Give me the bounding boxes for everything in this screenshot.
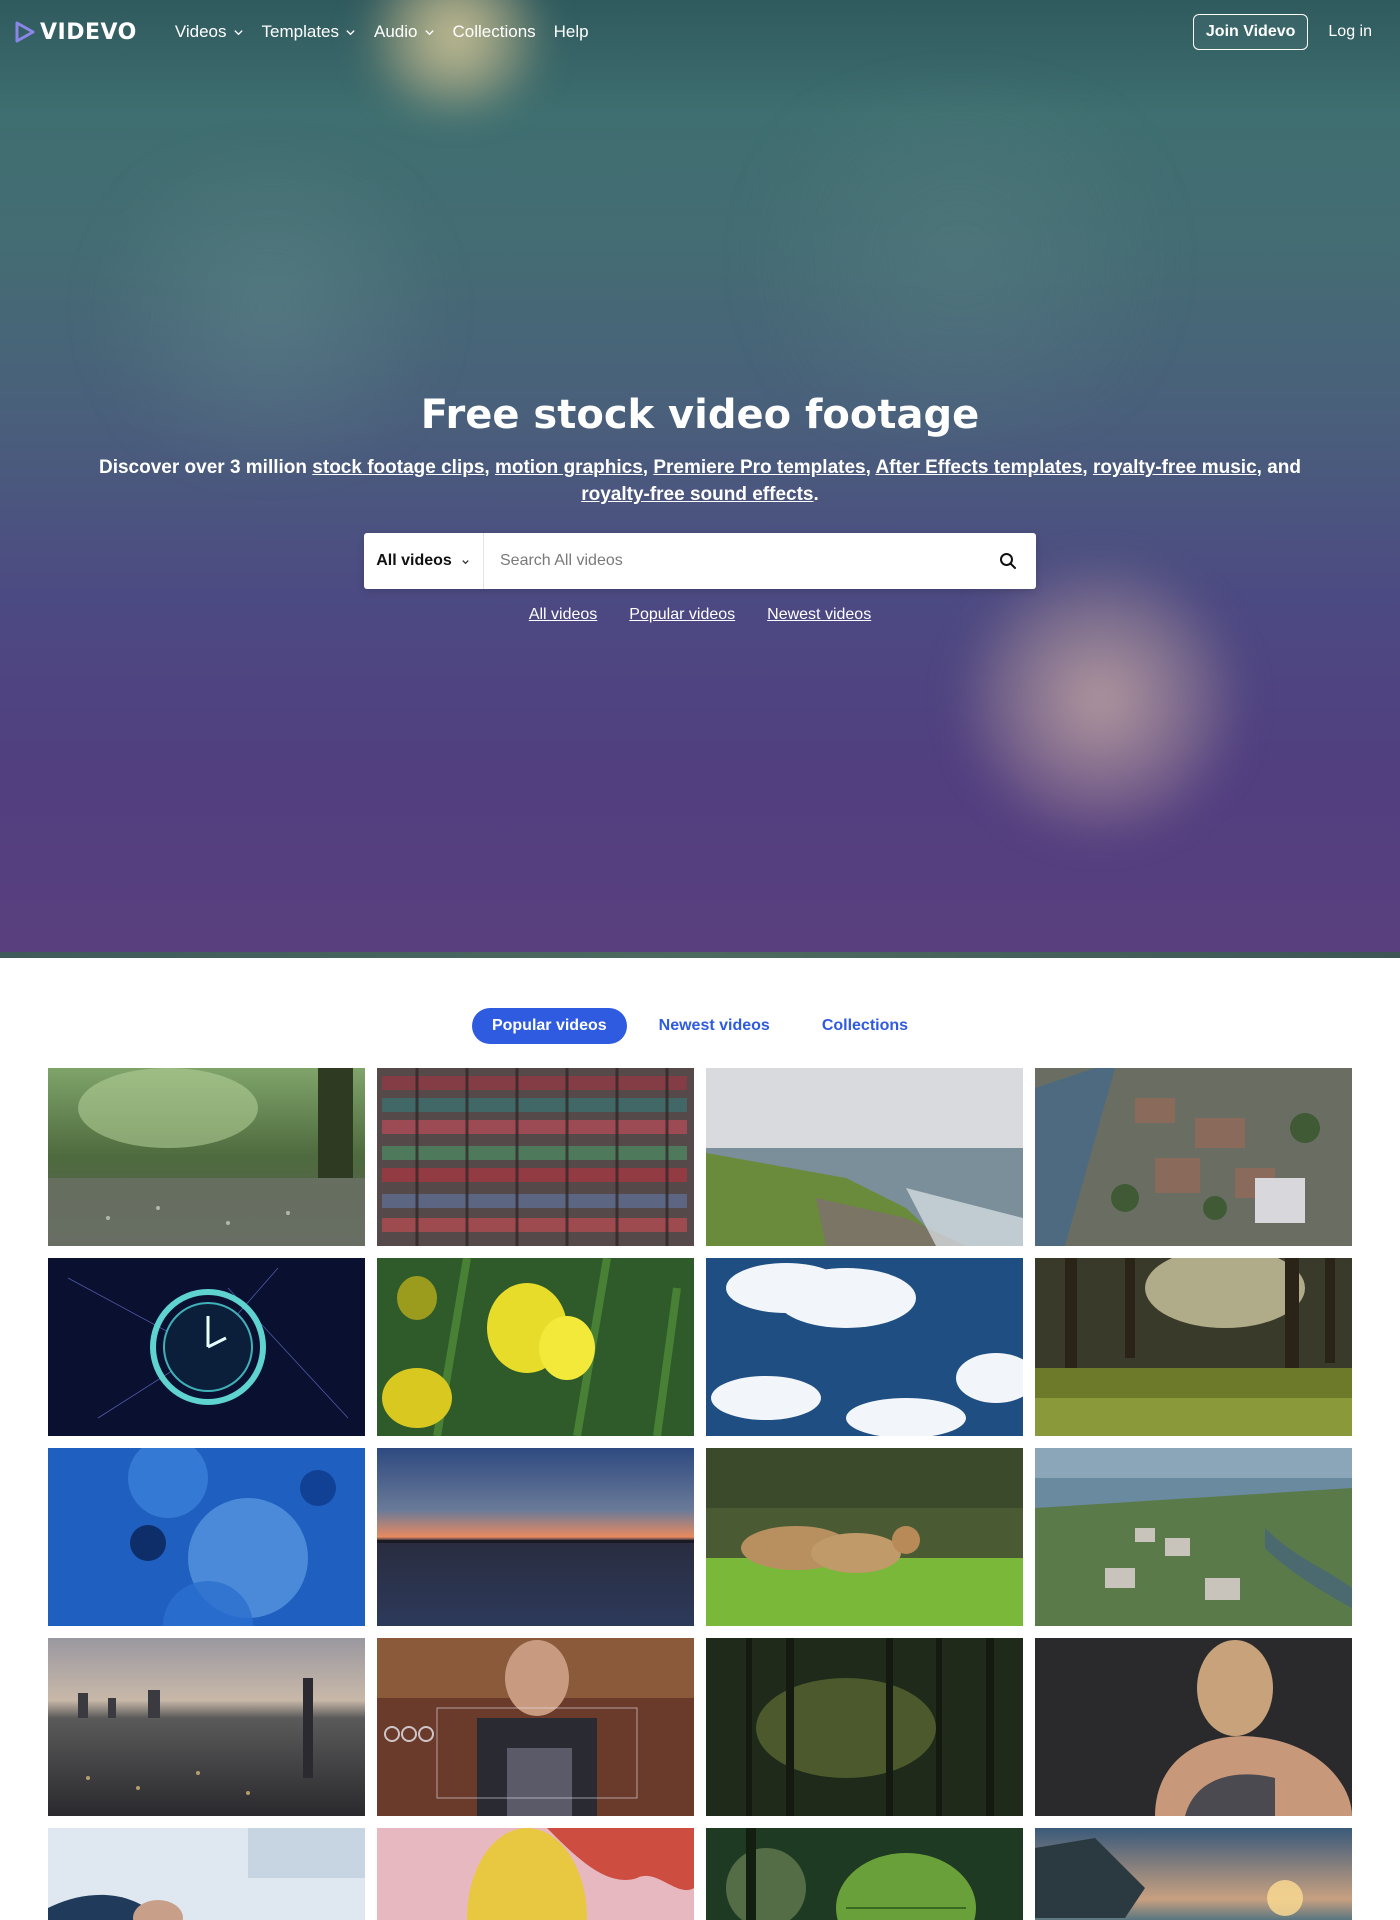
link-after-effects-templates[interactable]: After Effects templates (875, 457, 1082, 478)
nav-collections-label: Collections (452, 22, 536, 41)
chevron-down-icon (462, 559, 469, 564)
nav-help-label: Help (553, 22, 589, 41)
video-thumbnail-woman-dancing[interactable] (377, 1828, 694, 1920)
search-icon (1000, 553, 1016, 569)
video-thumbnail-man-in-apron-hud[interactable] (377, 1638, 694, 1816)
video-thumbnail-forest-grass-sunlight[interactable] (1035, 1258, 1352, 1436)
video-thumbnail-blue-sky-clouds[interactable] (706, 1258, 1023, 1436)
search-category-select[interactable]: All videos (364, 533, 484, 589)
link-royalty-free-music[interactable]: royalty-free music (1093, 457, 1257, 478)
nav-videos[interactable]: Videos (175, 22, 244, 42)
link-stock-footage[interactable]: stock footage clips (312, 457, 484, 478)
video-thumbnail-rain-forest-puddle[interactable] (48, 1068, 365, 1246)
hero-subtitle: Discover over 3 million stock footage cl… (98, 457, 1301, 505)
video-thumbnail-woman-shoulder-portrait[interactable] (1035, 1638, 1352, 1816)
video-thumbnail-misty-forest[interactable] (706, 1638, 1023, 1816)
nav-templates-label: Templates (261, 22, 340, 41)
subtitle-and: , and (1256, 457, 1301, 478)
search-category-label: All videos (376, 552, 452, 569)
nav-audio-label: Audio (374, 22, 418, 41)
nav-videos-label: Videos (174, 22, 227, 41)
video-grid (48, 1068, 1352, 1920)
content-tabs: Popular videos Newest videos Collections (0, 1008, 1400, 1044)
nav-audio[interactable]: Audio (374, 22, 434, 42)
quick-link-newest-videos[interactable]: Newest videos (767, 606, 871, 624)
link-premiere-templates[interactable]: Premiere Pro templates (653, 457, 865, 478)
nav-help[interactable]: Help (554, 22, 589, 42)
nav-templates[interactable]: Templates (262, 22, 356, 42)
video-thumbnail-city-skyline-dusk[interactable] (48, 1638, 365, 1816)
search-button[interactable] (980, 533, 1036, 589)
quick-link-popular-videos[interactable]: Popular videos (629, 606, 735, 624)
nav-collections[interactable]: Collections (453, 22, 536, 42)
video-thumbnail-coastal-cliffs[interactable] (706, 1068, 1023, 1246)
subtitle-end: . (813, 484, 819, 505)
video-thumbnail-shipping-containers-aerial[interactable] (377, 1068, 694, 1246)
tab-popular-videos[interactable]: Popular videos (471, 1008, 627, 1044)
tab-newest-videos[interactable]: Newest videos (639, 1008, 790, 1044)
brand-name: VIDEVO (40, 19, 137, 45)
link-motion-graphics[interactable]: motion graphics (495, 457, 643, 478)
login-link[interactable]: Log in (1328, 23, 1372, 41)
video-thumbnail-sunset-bay[interactable] (1035, 1828, 1352, 1920)
hero-title: Free stock video footage (420, 392, 980, 438)
video-thumbnail-yellow-daffodils[interactable] (377, 1258, 694, 1436)
video-thumbnail-blue-cells[interactable] (48, 1448, 365, 1626)
video-thumbnail-lionesses-walking[interactable] (706, 1448, 1023, 1626)
chevron-down-icon (346, 29, 355, 35)
quick-link-all-videos[interactable]: All videos (529, 606, 597, 624)
main-menu: Videos Templates Audio Collections Help (175, 22, 589, 42)
search-input[interactable] (484, 533, 980, 589)
video-thumbnail-campus-aerial[interactable] (1035, 1068, 1352, 1246)
join-button[interactable]: Join Videvo (1192, 14, 1309, 50)
subtitle-prefix: Discover over 3 million (98, 457, 313, 478)
hero-section: VIDEVO Videos Templates Audio Collection… (0, 0, 1400, 958)
account-actions: Join Videvo Log in (1192, 14, 1386, 50)
search-bar: All videos (364, 533, 1036, 589)
link-sound-effects[interactable]: royalty-free sound effects (581, 484, 813, 505)
top-navigation: VIDEVO Videos Templates Audio Collection… (0, 0, 1400, 64)
tab-collections[interactable]: Collections (802, 1008, 928, 1044)
video-thumbnail-sunset-over-water[interactable] (377, 1448, 694, 1626)
video-thumbnail-digital-clock[interactable] (48, 1258, 365, 1436)
video-thumbnail-business-hands[interactable] (48, 1828, 365, 1920)
play-logo-icon (15, 21, 35, 43)
quick-links: All videos Popular videos Newest videos (0, 606, 1400, 624)
video-thumbnail-coastal-town-aerial[interactable] (1035, 1448, 1352, 1626)
videvo-logo[interactable]: VIDEVO (14, 20, 137, 45)
chevron-down-icon (424, 29, 434, 35)
video-thumbnail-green-leaf[interactable] (706, 1828, 1023, 1920)
chevron-down-icon (233, 29, 243, 35)
